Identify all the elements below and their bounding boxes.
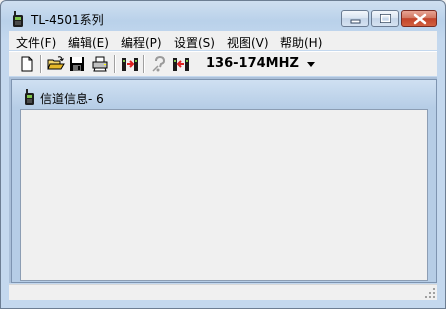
channel-info-content[interactable] bbox=[20, 109, 428, 281]
menu-edit[interactable]: 编辑(E) bbox=[68, 34, 109, 51]
resize-grip-icon[interactable] bbox=[424, 287, 436, 299]
toolbar-separator bbox=[40, 55, 42, 73]
channel-info-window[interactable]: 信道信息- 6 bbox=[11, 79, 437, 283]
chevron-down-icon[interactable] bbox=[307, 62, 315, 67]
main-window: TL-4501系列 文件(F) 编辑(E) 编程(P) 设置(S) 视图(V) … bbox=[0, 0, 446, 309]
menu-program[interactable]: 编程(P) bbox=[121, 34, 162, 51]
radio-app-icon bbox=[25, 89, 34, 105]
write-to-radio-icon[interactable] bbox=[172, 55, 190, 73]
close-icon bbox=[413, 13, 427, 25]
toolbar-separator bbox=[143, 55, 145, 73]
close-button[interactable] bbox=[401, 10, 437, 27]
frequency-band-select[interactable]: 136-174MHZ bbox=[199, 54, 323, 75]
toolbar: 136-174MHZ bbox=[9, 51, 437, 76]
help-icon[interactable] bbox=[150, 55, 168, 73]
menu-bar: 文件(F) 编辑(E) 编程(P) 设置(S) 视图(V) 帮助(H) bbox=[9, 31, 437, 50]
frequency-band-value: 136-174MHZ bbox=[206, 56, 299, 71]
status-bar bbox=[9, 284, 437, 300]
print-icon[interactable] bbox=[91, 55, 109, 73]
menu-file[interactable]: 文件(F) bbox=[16, 34, 56, 51]
window-title: TL-4501系列 bbox=[31, 13, 104, 27]
mdi-workspace: 信道信息- 6 bbox=[9, 77, 437, 283]
title-bar[interactable]: TL-4501系列 bbox=[1, 1, 445, 31]
menu-settings[interactable]: 设置(S) bbox=[174, 34, 215, 51]
new-file-icon[interactable] bbox=[18, 55, 36, 73]
radio-app-icon bbox=[13, 11, 23, 27]
minimize-icon bbox=[350, 19, 361, 24]
menu-help[interactable]: 帮助(H) bbox=[280, 34, 322, 51]
maximize-button[interactable] bbox=[371, 10, 399, 27]
menu-view[interactable]: 视图(V) bbox=[227, 34, 269, 51]
open-folder-icon[interactable] bbox=[47, 55, 65, 73]
read-from-radio-icon[interactable] bbox=[121, 55, 139, 73]
save-icon[interactable] bbox=[68, 55, 86, 73]
child-window-title: 信道信息- 6 bbox=[40, 92, 104, 106]
minimize-button[interactable] bbox=[341, 10, 369, 27]
toolbar-separator bbox=[114, 55, 116, 73]
